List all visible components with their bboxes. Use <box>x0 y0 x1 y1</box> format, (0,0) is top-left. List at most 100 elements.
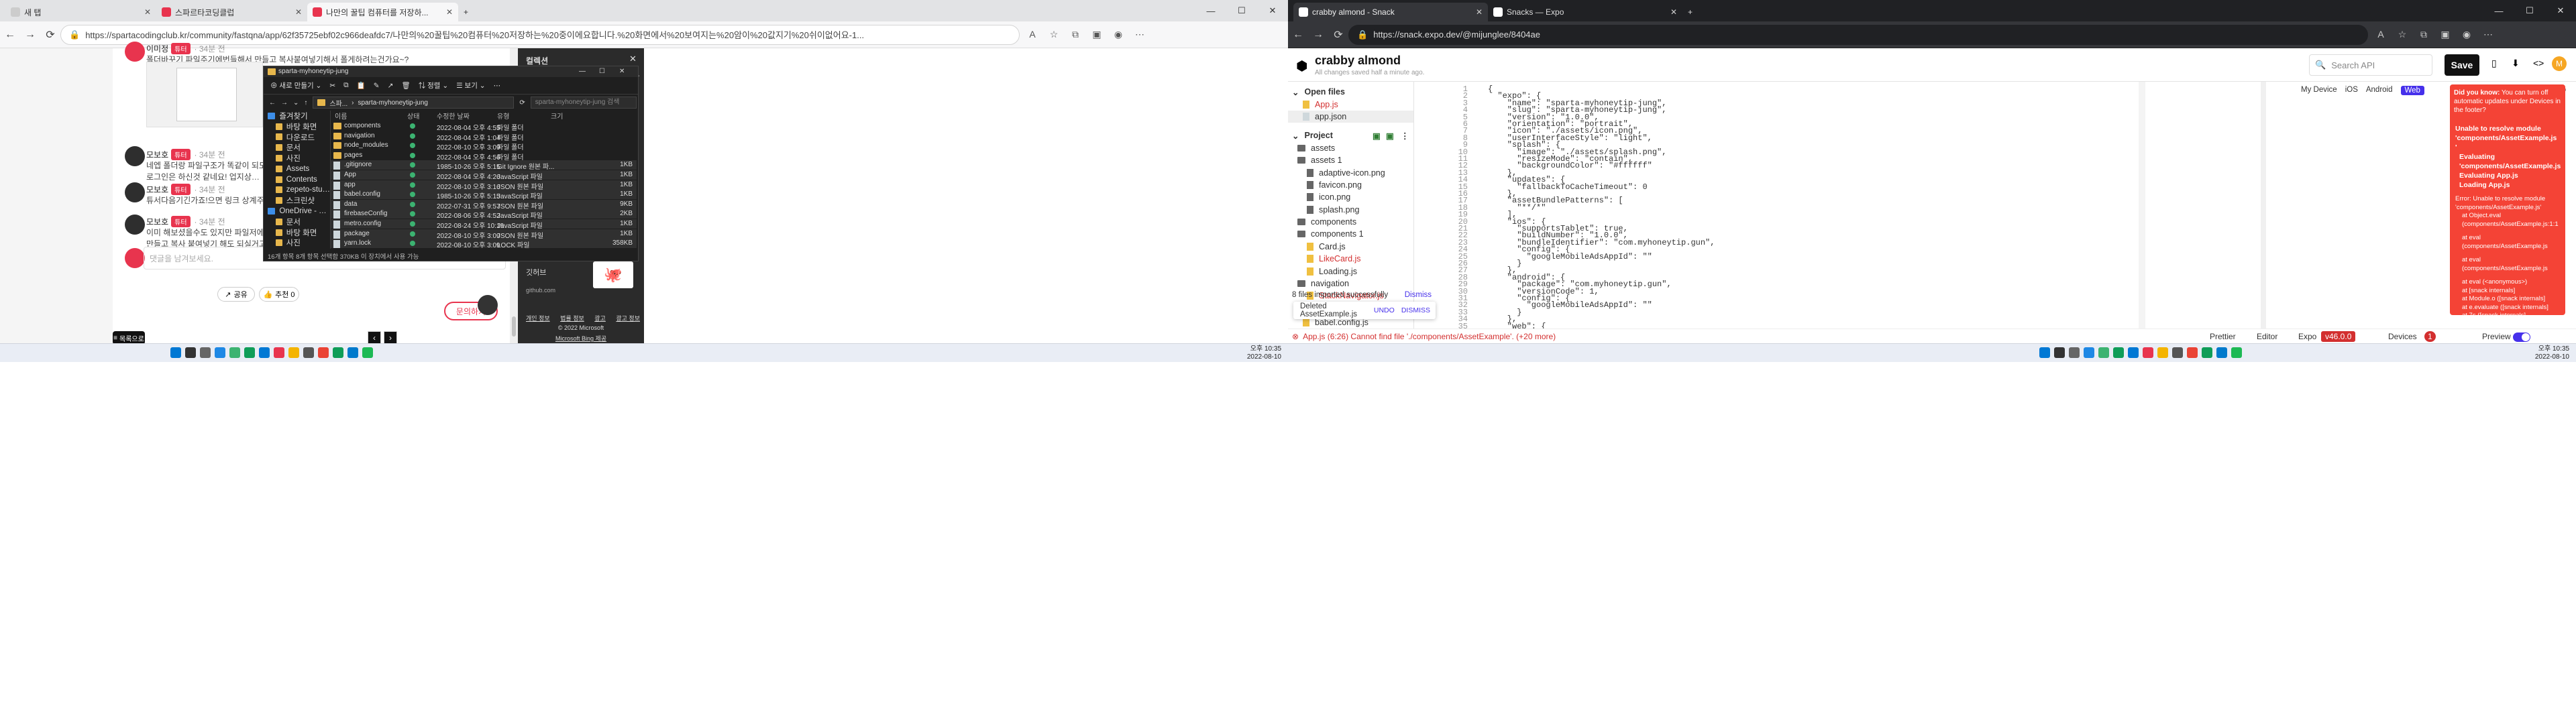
sdk-version-select[interactable]: v46.0.0 <box>2321 331 2356 342</box>
share-button[interactable]: ↗ 공유 <box>217 287 255 302</box>
footer-link[interactable]: 광고 정보 <box>616 314 640 322</box>
copy-icon[interactable]: ⧉ <box>343 81 349 90</box>
app-icon[interactable] <box>2202 347 2212 358</box>
recommend-button[interactable]: 👍 추천 0 <box>259 287 299 302</box>
save-button[interactable]: Save <box>2445 54 2479 76</box>
favorite-icon[interactable]: ☆ <box>2394 29 2411 40</box>
nav-item[interactable]: 다운로드 <box>264 132 330 143</box>
extensions-icon[interactable]: ⧉ <box>2415 29 2432 40</box>
maximize-icon[interactable]: ☐ <box>1226 0 1257 21</box>
editor-scrollbar[interactable] <box>2261 82 2266 330</box>
close-icon[interactable]: ✕ <box>1670 7 1677 17</box>
qr-icon[interactable]: ▯ <box>2491 58 2497 69</box>
tree-item[interactable]: components 1 <box>1288 228 1413 240</box>
prettier-button[interactable]: Prettier <box>2210 332 2236 341</box>
tree-item[interactable]: favicon.png <box>1288 179 1413 191</box>
edge-icon[interactable] <box>2128 347 2139 358</box>
footer-link[interactable]: 법률 정보 <box>560 314 584 322</box>
spotify-icon[interactable] <box>2231 347 2242 358</box>
clock[interactable]: 오후 10:35 2022-08-10 <box>1221 345 1281 361</box>
back-icon[interactable]: ← <box>269 99 276 107</box>
maximize-icon[interactable]: ☐ <box>2514 0 2545 21</box>
close-icon[interactable]: ✕ <box>144 7 151 17</box>
nav-item[interactable]: 문서 <box>264 142 330 153</box>
file-row[interactable]: .gitignore 1985-10-26 오후 5:15 Git Ignore 원… <box>331 160 637 171</box>
tree-item[interactable]: assets <box>1288 142 1413 154</box>
new-tab-button[interactable]: + <box>458 3 478 21</box>
editor-button[interactable]: Editor <box>2257 332 2277 341</box>
back-icon[interactable]: ← <box>1288 29 1308 41</box>
close-icon[interactable]: ✕ <box>1476 7 1483 17</box>
nav-item[interactable]: Contents <box>264 174 330 185</box>
nav-item[interactable]: 사진 <box>264 153 330 164</box>
scrollbar-thumb[interactable] <box>512 316 516 337</box>
col-name[interactable]: 이름 <box>335 111 347 121</box>
read-aloud-icon[interactable]: A <box>1024 29 1041 40</box>
tree-item[interactable]: adaptive-icon.png <box>1288 166 1413 178</box>
file-row[interactable]: data 2022-07-31 오후 9:57 JSON 원본 파일 9KB <box>331 199 637 210</box>
search-api-input[interactable]: 🔍 Search API <box>2309 54 2432 76</box>
file-row[interactable]: metro.config 2022-08-24 오후 10:19 JavaScrip… <box>331 219 637 230</box>
new-button[interactable]: ⊕ 새로 만들기 ⌄ <box>270 80 321 90</box>
refresh-icon[interactable]: ⟳ <box>1328 28 1348 42</box>
forward-icon[interactable]: → <box>20 29 40 41</box>
tree-item[interactable]: components <box>1288 216 1413 228</box>
tab-sparta[interactable]: 스파르타코딩클럽 ✕ <box>156 3 307 21</box>
spotify-icon[interactable] <box>362 347 373 358</box>
maximize-icon[interactable]: ☐ <box>599 66 605 77</box>
undo-button[interactable]: UNDO <box>1374 306 1395 314</box>
sort-button[interactable]: ⇅ 정렬 ⌄ <box>419 80 448 90</box>
delete-icon[interactable]: 🗑 <box>401 81 410 90</box>
tree-item[interactable]: Loading.js <box>1288 265 1413 277</box>
read-aloud-icon[interactable]: A <box>2372 29 2390 40</box>
profile-icon[interactable]: ◉ <box>1110 29 1127 40</box>
cut-icon[interactable]: ✂ <box>329 82 335 90</box>
more-icon[interactable]: ⋯ <box>1131 29 1148 40</box>
forward-icon[interactable]: → <box>281 99 288 107</box>
tab-snack[interactable]: crabby almond - Snack ✕ <box>1293 3 1488 21</box>
url-field[interactable]: 🔒 https://spartacodingclub.kr/community/f… <box>60 24 1020 45</box>
file-row[interactable]: pages 2022-08-04 오후 4:56 파일 폴더 <box>331 151 637 162</box>
close-icon[interactable]: ✕ <box>619 66 625 77</box>
col-size[interactable]: 크기 <box>551 111 563 121</box>
collections-icon[interactable]: ▣ <box>2436 29 2454 40</box>
app-icon[interactable] <box>303 347 314 358</box>
dismiss-link[interactable]: Dismiss <box>1405 291 1436 299</box>
error-status[interactable]: ⊗ App.js (6:26) Cannot find file './compo… <box>1292 332 1556 341</box>
dismiss-button[interactable]: DISMISS <box>1401 306 1436 314</box>
windows-start-icon[interactable] <box>2039 347 2050 358</box>
footer-link[interactable]: 광고 <box>594 314 606 322</box>
path-segment[interactable]: sparta-myhoneytip-jung <box>358 99 428 107</box>
vscode-icon[interactable] <box>347 347 358 358</box>
windows-start-icon[interactable] <box>170 347 181 358</box>
file-row[interactable]: yarn.lock 2022-08-10 오후 3:09 LOCK 파일 358KB <box>331 239 637 249</box>
close-icon[interactable]: ✕ <box>446 7 453 17</box>
nav-item[interactable]: 즐겨찾기 <box>264 111 330 121</box>
project-header[interactable]: ⌄ Project ▣ ▣ ⋮ <box>1288 129 1413 141</box>
file-row[interactable]: App 2022-08-04 오후 4:26 JavaScript 파일 1KB <box>331 170 637 181</box>
app-icon[interactable] <box>2172 347 2183 358</box>
app-icon[interactable] <box>2187 347 2198 358</box>
nav-item[interactable]: Assets <box>264 164 330 174</box>
tab-ios[interactable]: iOS <box>2345 86 2358 95</box>
file-row[interactable]: app 2022-08-10 오후 3:16 JSON 원본 파일 1KB <box>331 180 637 191</box>
embed-icon[interactable]: <> <box>2533 58 2544 68</box>
file-row[interactable]: firebaseConfig 2022-08-06 오후 4:52 JavaScri… <box>331 209 637 220</box>
app-icon[interactable] <box>318 347 329 358</box>
open-file-item[interactable]: app.json <box>1288 110 1413 123</box>
avatar[interactable]: M <box>2552 56 2567 71</box>
file-explorer-icon[interactable] <box>2113 347 2124 358</box>
more-icon[interactable]: ⋮ <box>1401 131 1409 141</box>
file-row[interactable]: node_modules 2022-08-10 오후 3:09 파일 폴더 <box>331 141 637 152</box>
tab-android[interactable]: Android <box>2366 86 2393 95</box>
col-date[interactable]: 수정한 날짜 <box>437 111 470 121</box>
footer-link[interactable]: 개인 정보 <box>526 314 550 322</box>
open-files-header[interactable]: ⌄ Open files <box>1288 86 1413 98</box>
rename-icon[interactable]: ✎ <box>374 82 380 90</box>
tab-new[interactable]: 새 탭 ✕ <box>5 3 156 21</box>
task-view-icon[interactable] <box>2069 347 2080 358</box>
file-row[interactable]: package 2022-08-10 오후 3:09 JSON 원본 파일 1KB <box>331 229 637 240</box>
profile-icon[interactable]: ◉ <box>2458 29 2475 40</box>
share-icon[interactable]: ↗ <box>388 82 394 90</box>
app-icon[interactable] <box>2143 347 2153 358</box>
